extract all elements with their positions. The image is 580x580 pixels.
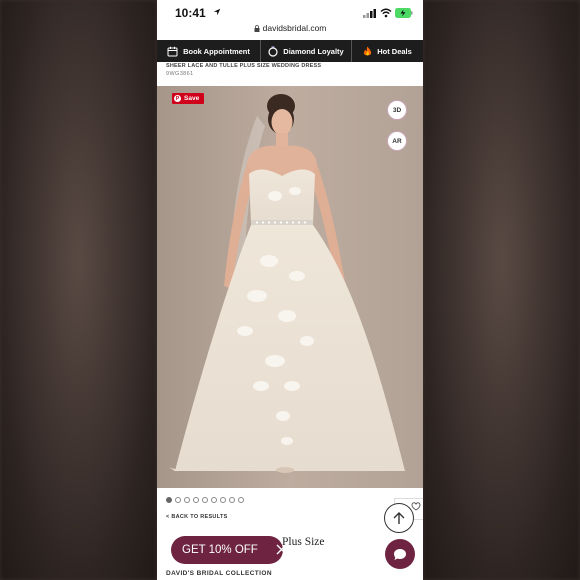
carousel-dot[interactable]	[175, 497, 181, 503]
nav-label: Hot Deals	[377, 46, 412, 56]
view-ar-button[interactable]: AR	[387, 131, 407, 151]
product-photo[interactable]	[157, 86, 423, 488]
carousel-dot[interactable]	[238, 497, 244, 503]
close-icon[interactable]	[276, 544, 287, 555]
carousel-dot[interactable]	[166, 497, 172, 503]
carousel-dot[interactable]	[184, 497, 190, 503]
nav-label: Book Appointment	[183, 46, 250, 56]
promo-banner[interactable]: GET 10% OFF	[171, 536, 287, 564]
back-to-results-link[interactable]: < BACK TO RESULTS	[166, 514, 228, 520]
status-time: 10:41	[175, 6, 206, 20]
chat-bubble-icon	[394, 548, 406, 560]
pinterest-icon: P	[174, 95, 181, 102]
top-navigation: Book Appointment Diamond Loyalty Hot Dea…	[157, 40, 423, 62]
signal-icon	[363, 9, 376, 18]
carousel-dot[interactable]	[229, 497, 235, 503]
brand-label: DAVID'S BRIDAL COLLECTION	[166, 570, 272, 577]
carousel-dot[interactable]	[211, 497, 217, 503]
carousel-dot[interactable]	[193, 497, 199, 503]
carousel-dots	[166, 497, 244, 503]
chat-button[interactable]	[385, 539, 415, 569]
nav-diamond-loyalty[interactable]: Diamond Loyalty	[261, 40, 352, 62]
blurred-background-right	[423, 0, 580, 580]
product-sku: 9WG3861	[166, 71, 194, 77]
carousel-dot[interactable]	[202, 497, 208, 503]
view-3d-button[interactable]: 3D	[387, 100, 407, 120]
nav-hot-deals[interactable]: Hot Deals	[352, 40, 423, 62]
status-bar: 10:41 davidsbridal.com	[157, 0, 423, 33]
fire-icon	[364, 46, 372, 55]
wifi-icon	[380, 8, 392, 18]
carousel-dot[interactable]	[220, 497, 226, 503]
battery-charging-icon	[395, 8, 413, 18]
ring-icon	[268, 45, 278, 57]
pinterest-save-button[interactable]: P Save	[172, 93, 204, 104]
nav-book-appointment[interactable]: Book Appointment	[157, 40, 261, 62]
promo-label: GET 10% OFF	[182, 544, 258, 556]
lock-icon	[254, 25, 260, 32]
product-title: Plus Size	[282, 536, 325, 548]
blurred-background-left	[0, 0, 157, 580]
save-label: Save	[184, 95, 200, 102]
url-text: davidsbridal.com	[262, 23, 327, 33]
arrow-up-icon	[393, 512, 405, 524]
address-bar[interactable]: davidsbridal.com	[157, 23, 423, 39]
scroll-to-top-button[interactable]	[384, 503, 414, 533]
product-name-header: SHEER LACE AND TULLE PLUS SIZE WEDDING D…	[166, 63, 322, 69]
calendar-icon	[167, 46, 178, 56]
nav-label: Diamond Loyalty	[283, 46, 344, 56]
phone-screen: 10:41 davidsbridal.com Book Appointment …	[157, 0, 423, 580]
location-arrow-icon	[213, 8, 221, 16]
